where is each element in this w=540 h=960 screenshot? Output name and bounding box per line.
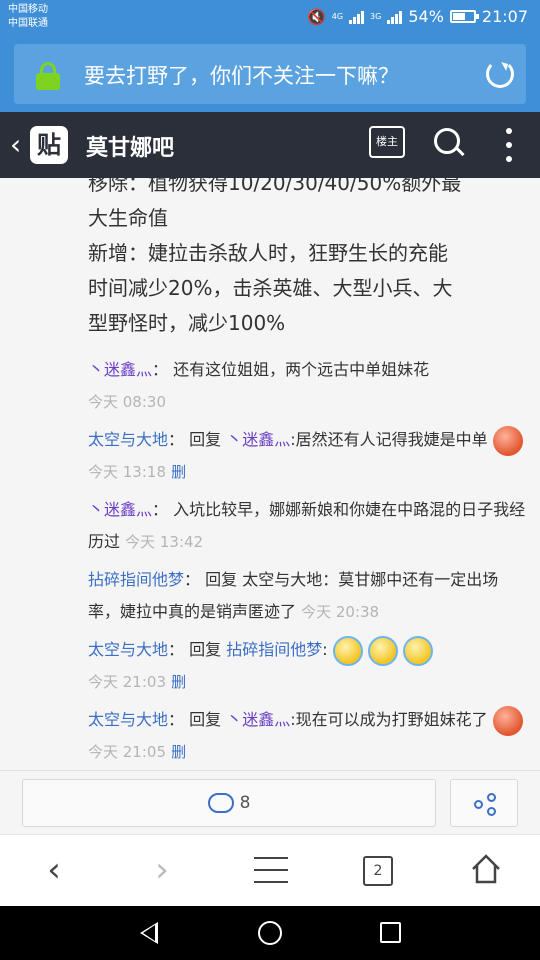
android-recent-icon[interactable] <box>380 922 401 943</box>
reply-item[interactable]: 丶迷鑫灬： 入坑比较早，娜娜新娘和你婕在中路混的日子我经历过 今天 13:42 <box>88 494 528 558</box>
delete-link[interactable]: 删 <box>171 673 186 691</box>
browser-nav: ‹ › 2 <box>0 834 540 906</box>
browser-forward-icon[interactable]: › <box>140 849 184 893</box>
comment-button[interactable]: 8 <box>22 779 436 827</box>
more-icon[interactable] <box>506 128 512 162</box>
back-icon[interactable]: ‹ <box>10 128 21 161</box>
separator: ： <box>184 570 201 589</box>
reply-label: 回复 <box>205 570 238 589</box>
url-area: 要去打野了，你们不关注一下嘛？ <box>0 36 540 112</box>
lock-icon <box>36 62 60 90</box>
separator: ： <box>168 710 185 729</box>
reply-list: 丶迷鑫灬： 还有这位姐姐，两个远古中单姐妹花 今天 08:30 太空与大地： 回… <box>88 354 528 770</box>
post-line: 移除：植物获得10/20/30/40/50%额外最 <box>88 178 462 195</box>
reply-label: 回复 <box>189 710 222 729</box>
search-icon[interactable] <box>434 128 465 158</box>
separator: ： <box>152 360 169 379</box>
crying-emoji-icon <box>402 635 433 666</box>
reply-to-user[interactable]: 拈碎指间他梦 <box>226 640 322 659</box>
network-2-label: 3G <box>370 12 382 21</box>
reply-username[interactable]: 拈碎指间他梦 <box>88 570 184 589</box>
status-icons: 🔇 4G 3G 54% 21:07 <box>307 7 528 26</box>
signal-2-icon <box>387 10 403 24</box>
reply-text: :居然还有人记得我婕是中单 <box>290 430 488 449</box>
reply-text: : <box>322 640 328 659</box>
reply-label: 回复 <box>189 640 222 659</box>
delete-link[interactable]: 删 <box>171 463 186 481</box>
post-line: 时间减少20%，击杀英雄、大型小兵、大 <box>88 276 453 300</box>
reply-username[interactable]: 丶迷鑫灬 <box>88 360 152 379</box>
post-body: 移除：植物获得10/20/30/40/50%额外最 大生命值 新增：婕拉击杀敌人… <box>88 178 528 341</box>
post-line: 大生命值 <box>88 206 168 230</box>
reply-time: 今天 20:38 <box>301 603 380 621</box>
tabs-button[interactable]: 2 <box>363 856 393 886</box>
reply-item[interactable]: 拈碎指间他梦： 回复 太空与大地：莫甘娜中还有一定出场率，婕拉中真的是销声匿迹了… <box>88 564 528 628</box>
post-content: 移除：植物获得10/20/30/40/50%额外最 大生命值 新增：婕拉击杀敌人… <box>0 178 540 770</box>
crying-emoji-icon <box>367 635 398 666</box>
android-nav-bar <box>0 906 540 960</box>
share-icon <box>474 793 498 817</box>
reply-time: 今天 08:30 <box>88 393 166 411</box>
page-title[interactable]: 要去打野了，你们不关注一下嘛？ <box>84 60 399 90</box>
carrier-1: 中国移动 <box>8 4 48 15</box>
carrier-2: 中国联通 <box>8 18 48 29</box>
network-1-label: 4G <box>331 12 344 21</box>
louzhu-button[interactable]: 楼主 <box>369 126 405 158</box>
angry-emoji-icon <box>492 705 523 736</box>
battery-percent: 54% <box>408 7 444 26</box>
reply-time: 今天 13:18 <box>88 463 166 481</box>
post-line: 型野怪时，减少100% <box>88 311 286 335</box>
comment-icon <box>207 793 234 813</box>
clock: 21:07 <box>481 7 528 26</box>
battery-icon <box>449 10 479 23</box>
reply-time: 今天 13:42 <box>125 533 204 551</box>
status-bar: 中国移动 中国联通 🔇 4G 3G 54% 21:07 <box>0 0 540 36</box>
reply-item[interactable]: 太空与大地： 回复 丶迷鑫灬:现在可以成为打野姐妹花了 今天 21:05 删 <box>88 704 528 768</box>
menu-icon[interactable] <box>254 857 288 883</box>
comment-count: 8 <box>239 793 251 813</box>
reply-item[interactable]: 太空与大地： 回复 丶迷鑫灬:居然还有人记得我婕是中单 今天 13:18 删 <box>88 424 528 488</box>
reply-label: 回复 <box>189 430 222 449</box>
android-home-icon[interactable] <box>258 921 282 945</box>
forum-name[interactable]: 莫甘娜吧 <box>86 130 174 162</box>
reply-time: 今天 21:05 <box>88 743 166 761</box>
reply-time: 今天 21:03 <box>88 673 166 691</box>
separator: ： <box>168 640 185 659</box>
separator: ： <box>168 430 185 449</box>
home-icon[interactable] <box>470 853 502 885</box>
action-bar: 8 <box>0 770 540 834</box>
reply-username[interactable]: 太空与大地 <box>88 710 168 729</box>
reply-username[interactable]: 太空与大地 <box>88 430 168 449</box>
mute-icon: 🔇 <box>307 7 326 26</box>
reply-username[interactable]: 太空与大地 <box>88 640 168 659</box>
delete-link[interactable]: 删 <box>171 743 186 761</box>
tieba-logo[interactable]: 贴 <box>30 126 68 164</box>
crying-emoji-icon <box>332 635 363 666</box>
url-bar[interactable]: 要去打野了，你们不关注一下嘛？ <box>14 44 526 104</box>
reply-item[interactable]: 太空与大地： 回复 拈碎指间他梦: 今天 21:03 删 <box>88 634 528 698</box>
android-back-icon[interactable] <box>140 922 158 944</box>
reply-text: 还有这位姐姐，两个远古中单姐妹花 <box>173 360 430 379</box>
reply-text: :现在可以成为打野姐妹花了 <box>290 710 488 729</box>
forum-header: ‹ 贴 莫甘娜吧 楼主 <box>0 112 540 178</box>
reply-username[interactable]: 丶迷鑫灬 <box>88 500 152 519</box>
post-line: 新增：婕拉击杀敌人时，狂野生长的充能 <box>88 241 448 265</box>
reply-to-user[interactable]: 丶迷鑫灬 <box>226 710 290 729</box>
refresh-icon[interactable] <box>486 60 514 88</box>
browser-back-icon[interactable]: ‹ <box>32 849 76 893</box>
separator: ： <box>152 500 169 519</box>
reply-to-user[interactable]: 丶迷鑫灬 <box>226 430 290 449</box>
signal-1-icon <box>349 10 365 24</box>
reply-to-user[interactable]: 太空与大地 <box>242 570 322 589</box>
share-button[interactable] <box>450 779 518 827</box>
carrier-info: 中国移动 中国联通 <box>8 3 48 31</box>
angry-emoji-icon <box>492 425 523 456</box>
reply-item[interactable]: 丶迷鑫灬： 还有这位姐姐，两个远古中单姐妹花 今天 08:30 <box>88 354 528 418</box>
